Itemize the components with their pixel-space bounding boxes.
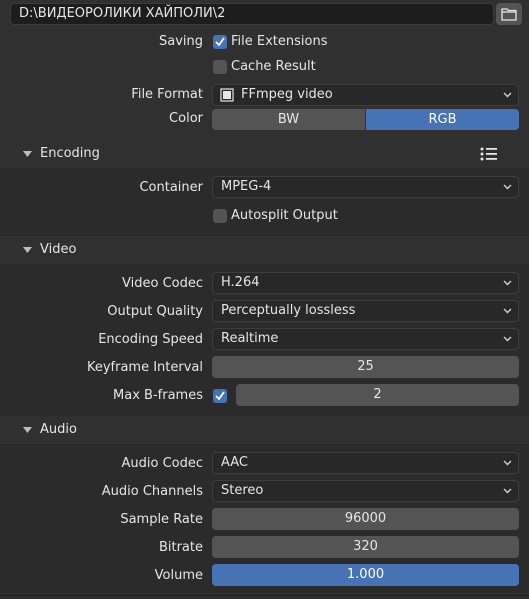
video-title: Video [40,242,77,257]
audio-channels-label: Audio Channels [101,484,203,499]
audio-channels-dropdown[interactable]: Stereo [212,480,519,502]
audio-section-header[interactable]: Audio [0,417,529,443]
checkmark-icon [215,37,225,47]
container-value: MPEG-4 [221,179,272,194]
file-extensions-label[interactable]: File Extensions [231,34,327,49]
encoding-speed-dropdown[interactable]: Realtime [212,328,519,350]
presets-list-icon[interactable] [480,146,498,162]
encoding-speed-value: Realtime [221,331,279,346]
checkmark-icon [215,391,225,401]
color-rgb-option[interactable]: RGB [366,109,519,130]
audio-channels-value: Stereo [221,483,264,498]
volume-label: Volume [154,568,203,583]
file-format-value: FFmpeg video [241,87,333,102]
chevron-down-icon [503,92,512,98]
keyframe-interval-field[interactable]: 25 [212,356,519,378]
file-format-dropdown[interactable]: FFmpeg video [212,84,519,106]
bitrate-field[interactable]: 320 [212,536,519,558]
video-codec-dropdown[interactable]: H.264 [212,272,519,294]
container-label: Container [139,180,203,195]
max-bframes-checkbox[interactable] [213,389,227,403]
output-quality-dropdown[interactable]: Perceptually lossless [212,300,519,322]
chevron-down-icon [503,280,512,286]
audio-codec-value: AAC [221,455,248,470]
output-quality-value: Perceptually lossless [221,303,356,318]
container-dropdown[interactable]: MPEG-4 [212,176,519,198]
output-quality-label: Output Quality [107,304,203,319]
encoding-title: Encoding [40,146,100,161]
chevron-down-icon [503,460,512,466]
browse-folder-button[interactable] [496,3,522,25]
collapse-arrow-icon [23,151,32,157]
file-extensions-checkbox[interactable] [213,35,227,49]
volume-slider[interactable]: 1.000 [212,564,519,586]
video-codec-value: H.264 [221,275,260,290]
keyframe-interval-value: 25 [357,359,374,374]
output-path-text: D:\ВИДЕОРОЛИКИ ХАЙПОЛИ\2 [19,6,226,21]
video-codec-label: Video Codec [122,276,203,291]
cache-result-checkbox[interactable] [213,60,227,74]
max-bframes-value: 2 [373,387,382,402]
max-bframes-label: Max B-frames [113,388,203,403]
bitrate-label: Bitrate [158,540,203,555]
collapse-arrow-icon [23,247,32,253]
film-icon [220,88,234,102]
output-path-field[interactable]: D:\ВИДЕОРОЛИКИ ХАЙПОЛИ\2 [10,3,494,25]
autosplit-checkbox[interactable] [213,209,227,223]
bitrate-value: 320 [353,539,378,554]
color-label: Color [169,111,203,126]
chevron-down-icon [503,184,512,190]
autosplit-label[interactable]: Autosplit Output [231,208,338,223]
chevron-down-icon [503,308,512,314]
folder-icon [501,8,517,21]
audio-title: Audio [40,422,77,437]
cache-result-label[interactable]: Cache Result [231,59,316,74]
video-section-header[interactable]: Video [0,237,529,263]
encoding-section-header[interactable]: Encoding [0,141,529,167]
file-format-label: File Format [131,87,203,102]
max-bframes-field[interactable]: 2 [236,384,519,406]
sample-rate-value: 96000 [344,511,387,526]
audio-codec-label: Audio Codec [121,456,203,471]
bottom-divider [0,595,529,596]
keyframe-interval-label: Keyframe Interval [86,360,203,375]
collapse-arrow-icon [23,427,32,433]
color-bw-option[interactable]: BW [212,109,365,130]
saving-label: Saving [158,34,203,49]
chevron-down-icon [503,488,512,494]
chevron-down-icon [503,336,512,342]
color-bw-text: BW [277,112,300,127]
volume-value: 1.000 [346,567,385,582]
encoding-speed-label: Encoding Speed [98,332,203,347]
sample-rate-field[interactable]: 96000 [212,508,519,530]
color-rgb-text: RGB [428,112,457,127]
audio-codec-dropdown[interactable]: AAC [212,452,519,474]
sample-rate-label: Sample Rate [120,512,203,527]
